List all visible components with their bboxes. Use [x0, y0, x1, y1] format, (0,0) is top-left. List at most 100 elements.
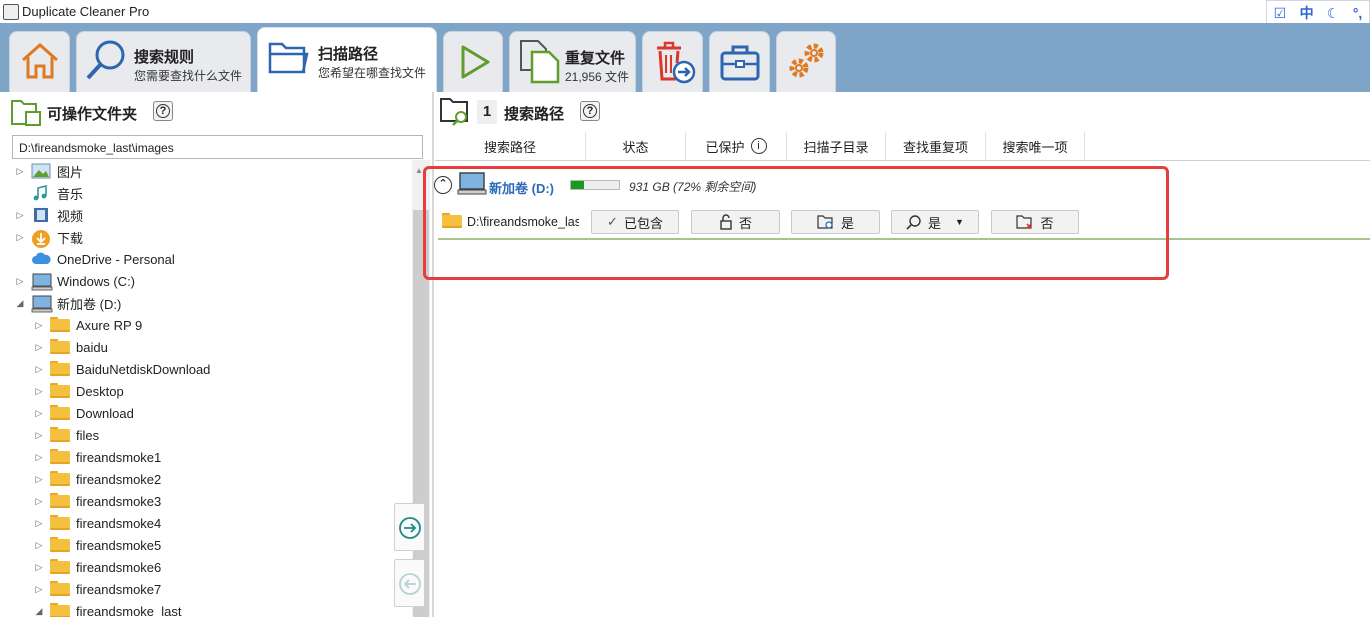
tree-item[interactable]: 音乐 [15, 182, 83, 204]
folder-search-icon [440, 98, 468, 126]
expand-icon[interactable]: ▷ [34, 342, 44, 353]
tab-remove[interactable] [642, 31, 703, 92]
tree-item-label: fireandsmoke1 [76, 449, 162, 465]
expand-icon[interactable]: ▷ [34, 496, 44, 507]
tree-item-label: 图片 [57, 164, 84, 180]
tree-item[interactable]: ▷ BaiduNetdiskDownload [34, 358, 210, 380]
tree-item[interactable]: OneDrive - Personal [15, 248, 175, 270]
folder-icon [50, 427, 70, 443]
tab-toolbox[interactable] [709, 31, 770, 92]
tree-item[interactable]: ▷ fireandsmoke3 [34, 490, 161, 512]
title-bar: Duplicate Cleaner Pro [0, 0, 1370, 23]
tree-item[interactable]: ▷ 视频 [15, 204, 83, 226]
expand-icon[interactable]: ▷ [34, 474, 44, 485]
tree-item[interactable]: ▷ baidu [34, 336, 108, 358]
window-title: Duplicate Cleaner Pro [22, 4, 150, 19]
tree-item[interactable]: ▷ fireandsmoke6 [34, 556, 161, 578]
info-icon[interactable]: i [750, 138, 767, 154]
search-path-table-header: 搜索路径 状态 已保护 i 扫描子目录 查找重复项 搜索唯一项 [435, 132, 1370, 161]
add-path-button[interactable] [394, 503, 425, 551]
tree-item[interactable]: ▷ Download [34, 402, 134, 424]
tree-item-label: fireandsmoke5 [76, 537, 162, 553]
home-icon [22, 42, 58, 79]
delete-move-icon [657, 41, 696, 84]
expand-icon[interactable]: ▷ [34, 408, 44, 419]
expand-icon[interactable]: ▷ [34, 320, 44, 331]
folder-icon [50, 493, 70, 509]
moon-icon[interactable]: ☾ [1327, 5, 1340, 22]
scroll-up-icon[interactable]: ▲ [415, 166, 423, 175]
expand-icon[interactable]: ▷ [15, 166, 25, 177]
search-icon [86, 40, 125, 80]
cloud-icon [31, 251, 51, 267]
tree-item-label: Windows (C:) [57, 273, 136, 289]
ime-language[interactable]: 中 [1300, 3, 1314, 23]
folder-green-icon [11, 100, 41, 126]
tree-item[interactable]: ▷ fireandsmoke2 [34, 468, 161, 490]
tree-item[interactable]: ▷ Windows (C:) [15, 270, 135, 292]
tree-item[interactable]: ▷ fireandsmoke1 [34, 446, 161, 468]
tab-search-rules-title: 搜索规则 [134, 49, 195, 66]
tab-search-rules-subtitle: 您需要查找什么文件 [134, 69, 243, 83]
arrow-left-circle-icon [399, 573, 421, 595]
tab-duplicates-subtitle: 21,956 文件 [565, 70, 630, 84]
punctuation-icon[interactable]: °, [1353, 5, 1363, 21]
folder-path-input[interactable]: D:\fireandsmoke_last\images [12, 135, 423, 159]
tree-item[interactable]: ▷ fireandsmoke5 [34, 534, 161, 556]
operable-folders-header: 可操作文件夹 ? [10, 97, 420, 127]
column-search-unique[interactable]: 搜索唯一项 [986, 132, 1085, 160]
duplicate-files-icon [520, 40, 560, 84]
column-status[interactable]: 状态 [586, 132, 686, 160]
search-paths-title: 搜索路径 [504, 106, 565, 123]
tree-item[interactable]: ▷ files [34, 424, 99, 446]
tab-search-rules[interactable]: 搜索规则 您需要查找什么文件 [76, 31, 251, 92]
folder-icon [50, 383, 70, 399]
tree-item[interactable]: ◢ 新加卷 (D:) [15, 292, 121, 314]
gears-icon [789, 43, 824, 78]
tree-item-label: Download [76, 405, 134, 421]
left-help-button[interactable]: ? [153, 101, 173, 121]
tab-run[interactable] [443, 31, 503, 92]
expand-icon[interactable]: ▷ [34, 540, 44, 551]
tree-item-label: Desktop [76, 383, 124, 399]
ime-mode-icon[interactable]: ☑ [1274, 5, 1287, 22]
column-find-duplicates[interactable]: 查找重复项 [886, 132, 986, 160]
tab-duplicates-title: 重复文件 [565, 50, 626, 67]
expand-icon[interactable]: ▷ [34, 430, 44, 441]
expand-icon[interactable]: ▷ [34, 518, 44, 529]
expand-icon[interactable]: ▷ [15, 232, 25, 243]
tree-item[interactable]: ▷ 图片 [15, 160, 83, 182]
expand-icon[interactable]: ◢ [34, 606, 44, 617]
expand-icon[interactable]: ▷ [34, 584, 44, 595]
remove-path-button[interactable] [394, 559, 425, 607]
column-protected[interactable]: 已保护 i [686, 132, 787, 160]
column-search-path[interactable]: 搜索路径 [435, 132, 586, 160]
tab-scan-paths-title: 扫描路径 [318, 46, 379, 63]
tree-item[interactable]: ▷ Axure RP 9 [34, 314, 142, 336]
tab-duplicates[interactable]: 重复文件 21,956 文件 [509, 31, 636, 92]
expand-icon[interactable]: ▷ [34, 364, 44, 375]
expand-icon[interactable]: ◢ [15, 298, 25, 309]
tree-item[interactable]: ▷ fireandsmoke7 [34, 578, 161, 600]
tab-scan-paths[interactable]: 扫描路径 您希望在哪查找文件 [257, 27, 437, 92]
folder-tree[interactable]: ▷ 图片音乐 ▷ 视频 ▷ 下载 OneDrive - Personal ▷ Windows (… [0, 160, 412, 617]
tree-item[interactable]: ▷ Desktop [34, 380, 124, 402]
tree-item[interactable]: ▷ 下载 [15, 226, 83, 248]
tree-item-label: baidu [76, 339, 108, 355]
tab-settings[interactable] [776, 31, 836, 92]
computer-icon [31, 295, 53, 313]
expand-icon[interactable]: ▷ [15, 276, 25, 287]
tab-home[interactable] [9, 31, 70, 92]
expand-icon[interactable]: ▷ [34, 452, 44, 463]
expand-icon[interactable]: ▷ [15, 210, 25, 221]
pictures-icon [31, 163, 51, 179]
column-scan-subdirs[interactable]: 扫描子目录 [787, 132, 886, 160]
video-icon [31, 207, 51, 223]
folder-icon [50, 559, 70, 575]
folder-open-icon [50, 603, 70, 617]
expand-icon[interactable]: ▷ [34, 386, 44, 397]
right-help-button[interactable]: ? [580, 101, 600, 121]
tree-item[interactable]: ▷ fireandsmoke4 [34, 512, 161, 534]
expand-icon[interactable]: ▷ [34, 562, 44, 573]
tree-item[interactable]: ◢ fireandsmoke_last [34, 600, 182, 617]
